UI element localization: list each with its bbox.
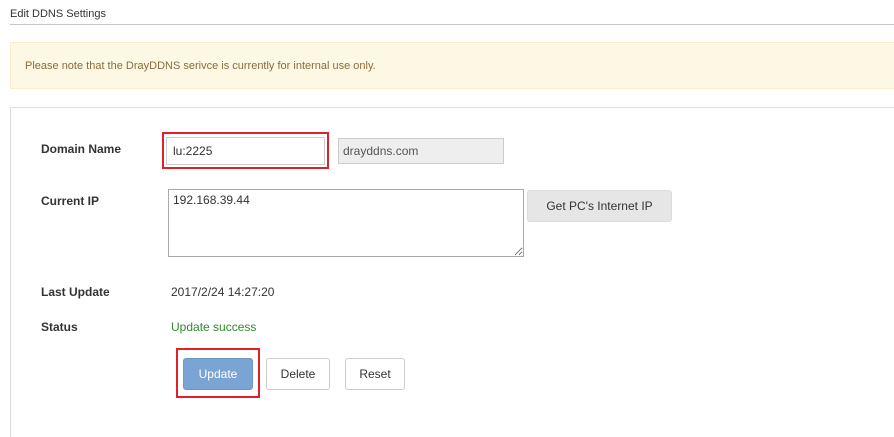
domain-name-input[interactable] (166, 137, 325, 165)
last-update-value: 2017/2/24 14:27:20 (171, 285, 275, 299)
delete-button[interactable]: Delete (266, 358, 330, 390)
page-title: Edit DDNS Settings (10, 8, 106, 20)
get-pc-internet-ip-button[interactable]: Get PC's Internet IP (527, 190, 672, 222)
notice-alert: Please note that the DrayDDNS serivce is… (10, 42, 894, 89)
reset-button[interactable]: Reset (345, 358, 405, 390)
current-ip-label: Current IP (41, 194, 100, 208)
last-update-label: Last Update (41, 285, 110, 299)
update-button[interactable]: Update (183, 358, 253, 390)
domain-name-label: Domain Name (41, 142, 122, 156)
domain-suffix-field: drayddns.com (338, 138, 504, 164)
title-divider (10, 24, 894, 25)
current-ip-textarea[interactable]: 192.168.39.44 (168, 189, 524, 257)
status-label: Status (41, 320, 78, 334)
status-value: Update success (171, 320, 257, 334)
